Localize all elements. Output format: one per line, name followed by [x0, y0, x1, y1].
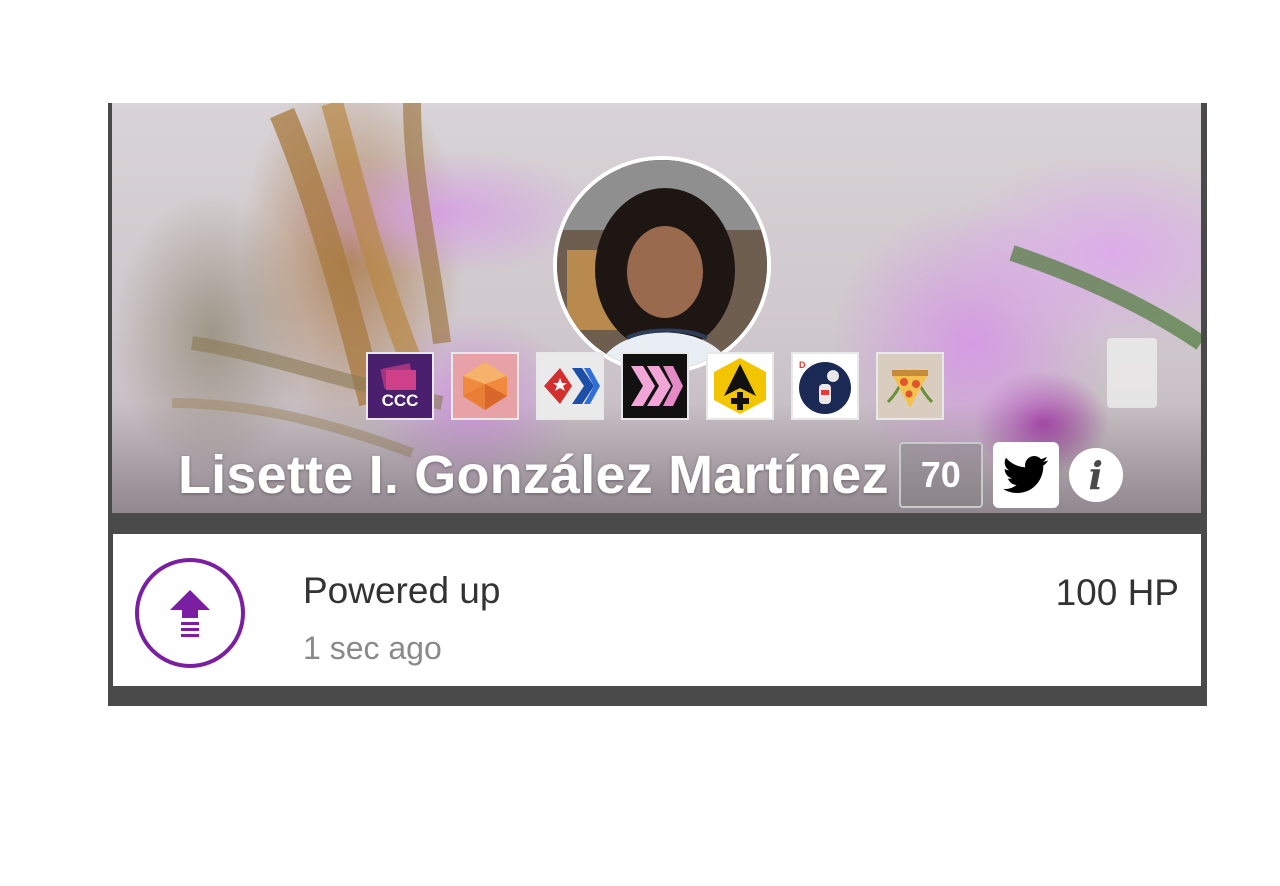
badge-star-chevron[interactable]	[536, 352, 604, 420]
power-up-glyph	[170, 590, 210, 637]
profile-avatar[interactable]	[553, 156, 771, 374]
activity-amount: 100 HP	[1055, 572, 1179, 613]
star-chevron-badge-icon	[544, 368, 600, 404]
hive-badge-icon	[631, 366, 683, 406]
activity-title: Powered up	[303, 570, 501, 611]
twitter-button[interactable]	[992, 442, 1059, 508]
badge-hive[interactable]	[621, 352, 689, 420]
svg-text:D: D	[799, 360, 806, 370]
badge-arrow-plus[interactable]	[706, 352, 774, 420]
profile-name: Lisette I. González Martínez	[178, 445, 889, 505]
gem-badge-icon	[463, 362, 507, 410]
community-badges: CCC D	[366, 352, 944, 422]
twitter-icon	[1002, 456, 1048, 494]
pizza-badge-icon	[886, 369, 934, 408]
profile-name-row: Lisette I. González Martínez 70 i	[178, 441, 1123, 509]
arrow-plus-badge-icon	[714, 358, 766, 414]
profile-activity-card: CCC D Lisette I. González Martínez 70 i …	[108, 103, 1207, 706]
badge-pizza[interactable]	[876, 352, 944, 420]
activity-item[interactable]: Powered up 1 sec ago 100 HP	[113, 534, 1201, 686]
avatar-portrait	[557, 160, 767, 370]
discovery-badge-icon: D	[793, 354, 857, 418]
activity-timestamp: 1 sec ago	[303, 630, 442, 666]
ccc-badge-icon: CCC	[380, 363, 419, 410]
badge-discovery[interactable]: D	[791, 352, 859, 420]
info-icon[interactable]: i	[1068, 448, 1123, 502]
profile-cover-image: CCC D Lisette I. González Martínez 70 i	[112, 103, 1201, 513]
badge-ccc[interactable]: CCC	[366, 352, 434, 420]
reputation-badge: 70	[898, 442, 983, 508]
svg-text:CCC: CCC	[382, 391, 419, 410]
power-up-arrow-icon	[135, 558, 245, 668]
badge-gem[interactable]	[451, 352, 519, 420]
